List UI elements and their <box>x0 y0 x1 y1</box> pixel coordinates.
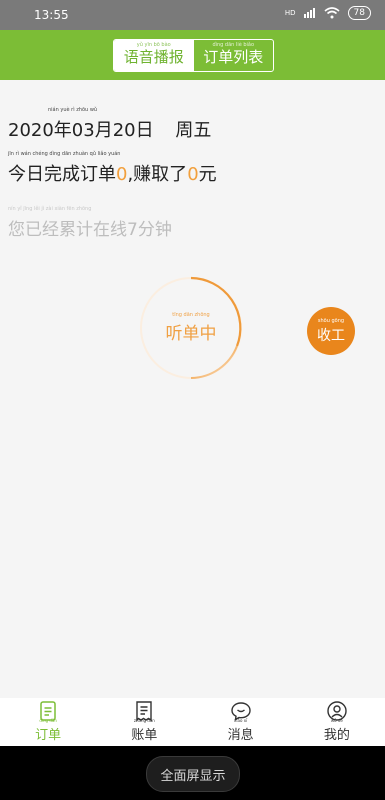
nav-item-messages[interactable]: xiāo xī 消息 <box>193 698 289 746</box>
nav-text: 我的 <box>323 728 350 743</box>
nav-item-bills[interactable]: zhàng dān 账单 <box>96 698 192 746</box>
stop-label: 收工 <box>317 327 345 344</box>
nav-pinyin: wǒ de <box>330 718 343 723</box>
nav-label: dìng dān 订单 <box>35 718 62 743</box>
nav-pinyin: xiāo xī <box>234 718 248 723</box>
nav-pinyin: zhàng dān <box>133 718 155 723</box>
stop-pinyin: shōu gōng <box>317 317 345 324</box>
nav-text: 账单 <box>131 728 158 743</box>
nav-label: zhàng dān 账单 <box>131 718 158 743</box>
app-header: yǔ yīn bō bào 语音播报 dìng dān liè biǎo 订单列… <box>0 30 385 80</box>
stop-work-button[interactable]: shōu gōng 收工 <box>307 307 355 355</box>
online-text: 您已经累计在线7分钟 <box>8 220 172 240</box>
nav-text: 消息 <box>227 728 254 743</box>
date-line: nián yuè rì zhōu wǔ 2020年03月20日 周五 <box>8 107 212 142</box>
nav-label: xiāo xī 消息 <box>227 718 254 743</box>
tab-label: 订单列表 <box>203 48 264 66</box>
date-pinyin: nián yuè rì zhōu wǔ <box>48 107 98 113</box>
fullscreen-display-button[interactable]: 全面屏显示 <box>146 756 240 792</box>
nav-item-profile[interactable]: wǒ de 我的 <box>289 698 385 746</box>
nav-item-orders[interactable]: dìng dān 订单 <box>0 698 96 746</box>
tab-pinyin: dìng dān liè biǎo <box>212 42 255 48</box>
tab-voice-broadcast[interactable]: yǔ yīn bō bào 语音播报 <box>114 40 194 71</box>
tab-label: 语音播报 <box>123 48 184 66</box>
status-bar: 13:55 HD 78 <box>0 0 385 30</box>
tab-pinyin: yǔ yīn bō bào <box>136 42 171 48</box>
listening-indicator[interactable]: tīng dān zhōng 听单中 <box>137 274 245 382</box>
nav-label: wǒ de 我的 <box>323 718 350 743</box>
nav-pinyin: dìng dān <box>39 718 57 723</box>
weekday-text: 周五 <box>175 120 212 141</box>
online-pinyin: nín yǐ jīng lěi jì zài xiàn fēn zhōng <box>8 206 92 212</box>
summary-line: jīn rì wán chéng dìng dān zhuàn qǔ liǎo … <box>8 151 217 186</box>
header-tab-switch: yǔ yīn bō bào 语音播报 dìng dān liè biǎo 订单列… <box>113 39 274 72</box>
summary-pinyin: jīn rì wán chéng dìng dān zhuàn qǔ liǎo … <box>8 151 121 157</box>
listening-label-wrap: tīng dān zhōng 听单中 <box>137 274 245 382</box>
status-icons: HD 78 <box>285 6 371 20</box>
bottom-nav: dìng dān 订单 zhàng dān 账单 xiāo xī 消息 wǒ d… <box>0 698 385 746</box>
nav-text: 订单 <box>35 728 62 743</box>
wifi-icon <box>324 7 340 19</box>
summary-suffix: 元 <box>198 164 217 185</box>
signal-icon <box>303 8 315 18</box>
summary-middle: ,赚取了 <box>127 164 188 185</box>
network-indicator: HD <box>284 8 296 17</box>
listening-pinyin: tīng dān zhōng <box>172 312 210 318</box>
system-navigation-bar: 全面屏显示 <box>0 746 385 800</box>
orders-count: 0 <box>116 164 128 185</box>
battery-indicator: 78 <box>347 6 371 20</box>
date-text: 2020年03月20日 <box>8 120 154 141</box>
online-duration: nín yǐ jīng lěi jì zài xiàn fēn zhōng 您已… <box>8 206 172 240</box>
earned-amount: 0 <box>187 164 199 185</box>
status-time: 13:55 <box>34 8 69 22</box>
main-content: nián yuè rì zhōu wǔ 2020年03月20日 周五 jīn r… <box>0 80 385 698</box>
listening-label: 听单中 <box>165 324 217 344</box>
tab-order-list[interactable]: dìng dān liè biǎo 订单列表 <box>194 40 274 71</box>
summary-prefix: 今日完成订单 <box>8 164 116 185</box>
